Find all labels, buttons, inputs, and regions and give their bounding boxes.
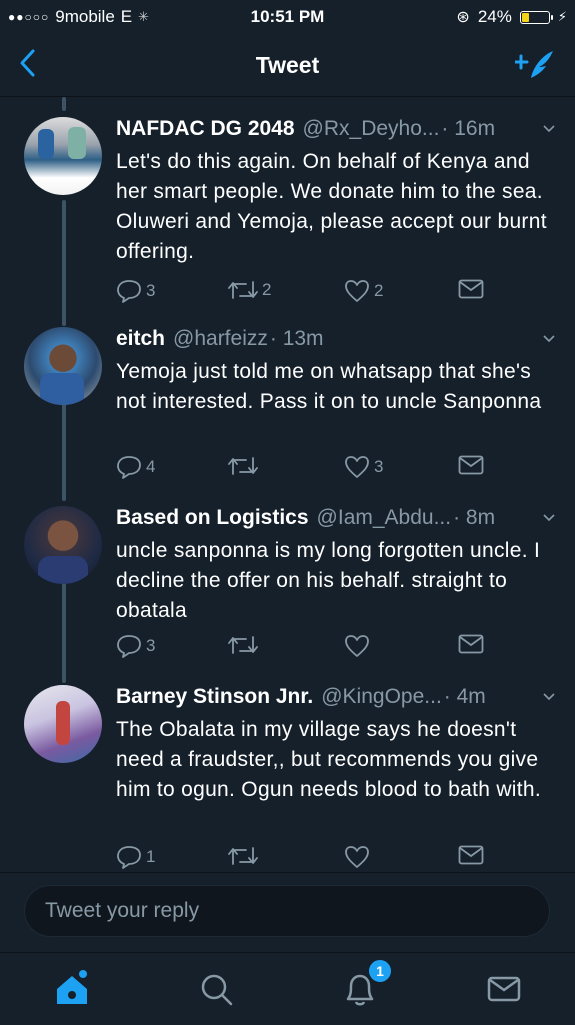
retweet-icon (228, 847, 258, 865)
reply-count: 3 (146, 281, 156, 300)
reply-icon (117, 635, 141, 658)
reply-button[interactable]: 3 (116, 279, 155, 303)
author-handle[interactable]: @Iam_Abdu... (317, 506, 452, 530)
back-button[interactable] (18, 48, 38, 82)
author-name[interactable]: Based on Logistics (116, 506, 309, 530)
reply-icon (117, 280, 141, 303)
tweet-text: The Obalata in my village says he doesn'… (116, 718, 542, 801)
retweet-button[interactable] (228, 634, 262, 656)
chevron-left-icon (20, 49, 35, 77)
thread-line (62, 97, 66, 111)
network-type: E (120, 7, 133, 26)
heart-icon (345, 456, 369, 478)
reply-bar: Tweet your reply (0, 872, 575, 953)
tweet-time: · 16m (441, 117, 496, 140)
direct-message-button[interactable] (458, 634, 484, 654)
reply-button[interactable]: 4 (116, 455, 155, 479)
chevron-down-icon[interactable] (543, 333, 555, 345)
chevron-down-icon[interactable] (543, 691, 555, 703)
heart-icon (345, 846, 369, 868)
reply-button[interactable]: 3 (116, 634, 155, 658)
avatar[interactable] (24, 685, 102, 763)
orientation-lock-icon: ⊛ (456, 9, 470, 26)
loading-icon: ✳ (138, 9, 150, 24)
tweet-time: · 8m (453, 506, 496, 529)
tweet-time: · 4m (443, 685, 486, 708)
heart-icon (345, 635, 369, 657)
status-bar: ●●○○○ 9mobile E ✳ 10:51 PM ⊛ 24% ⚡ (0, 0, 575, 34)
like-button[interactable] (344, 634, 374, 658)
direct-message-button[interactable] (458, 455, 484, 475)
signal-strength-icon: ●●○○○ (8, 10, 50, 24)
battery-percent: 24% (477, 7, 512, 26)
home-icon (57, 970, 87, 1004)
retweet-button[interactable] (228, 845, 262, 867)
carrier-info: ●●○○○ 9mobile E ✳ (8, 7, 149, 27)
tweet-actions: 1 (116, 845, 556, 871)
search-icon (201, 974, 233, 1006)
reply-count: 3 (146, 636, 156, 655)
avatar[interactable] (24, 506, 102, 584)
thread-line (62, 200, 66, 326)
reply-input[interactable]: Tweet your reply (24, 885, 550, 937)
like-button[interactable] (344, 845, 374, 869)
tab-search[interactable] (194, 967, 238, 1011)
avatar[interactable] (24, 117, 102, 195)
retweet-icon (228, 457, 258, 475)
tweet-time: · 13m (269, 327, 324, 350)
retweet-count: 2 (262, 280, 272, 299)
direct-message-button[interactable] (458, 845, 484, 865)
chevron-down-icon[interactable] (543, 512, 555, 524)
author-handle[interactable]: @KingOpe... (321, 685, 442, 709)
charging-icon: ⚡ (557, 9, 567, 24)
author-handle[interactable]: @Rx_Deyho... (303, 117, 440, 141)
retweet-button[interactable] (228, 455, 262, 477)
mail-icon (458, 279, 484, 299)
compose-tweet-button[interactable] (513, 48, 555, 87)
avatar[interactable] (24, 327, 102, 405)
mail-icon (458, 455, 484, 475)
direct-message-button[interactable] (458, 279, 484, 299)
like-button[interactable]: 3 (344, 455, 383, 479)
reply-button[interactable]: 1 (116, 845, 155, 869)
mail-icon (458, 845, 484, 865)
tweet-actions: 3 (116, 634, 556, 660)
like-button[interactable]: 2 (344, 279, 383, 303)
reply-count: 4 (146, 457, 156, 476)
retweet-icon (228, 281, 258, 299)
notifications-badge: 1 (367, 958, 393, 984)
tweet-actions: 3 2 2 (116, 279, 556, 305)
retweet-icon (228, 636, 258, 654)
tweet-actions: 4 3 (116, 455, 556, 481)
reply-icon (117, 846, 141, 869)
reply-icon (117, 456, 141, 479)
reply-count: 1 (146, 847, 156, 866)
navigation-bar: Tweet (0, 34, 575, 97)
author-handle[interactable]: @harfeizz (173, 327, 268, 351)
tab-messages[interactable] (482, 967, 526, 1011)
tab-bar (0, 952, 575, 1025)
heart-icon (345, 280, 369, 302)
replies-feed[interactable]: NAFDAC DG 2048 @Rx_Deyho... · 16m Let's … (0, 97, 575, 872)
like-count: 3 (374, 457, 384, 476)
carrier-name: 9mobile (55, 7, 115, 26)
tab-home[interactable] (50, 967, 94, 1011)
like-count: 2 (374, 281, 384, 300)
compose-tweet-icon (513, 51, 553, 78)
author-name[interactable]: Barney Stinson Jnr. (116, 685, 313, 709)
tweet-text: Let's do this again. On behalf of Kenya … (116, 150, 547, 263)
page-title: Tweet (255, 51, 320, 78)
author-name[interactable]: eitch (116, 327, 165, 351)
retweet-button[interactable]: 2 (228, 279, 271, 301)
mail-icon (487, 976, 521, 1002)
mail-icon (458, 634, 484, 654)
tweet-text: uncle sanponna is my long forgotten uncl… (116, 539, 541, 622)
tweet-text: Yemoja just told me on whatsapp that she… (116, 360, 542, 413)
author-name[interactable]: NAFDAC DG 2048 (116, 117, 295, 141)
battery-icon (519, 10, 553, 24)
chevron-down-icon[interactable] (543, 123, 555, 135)
